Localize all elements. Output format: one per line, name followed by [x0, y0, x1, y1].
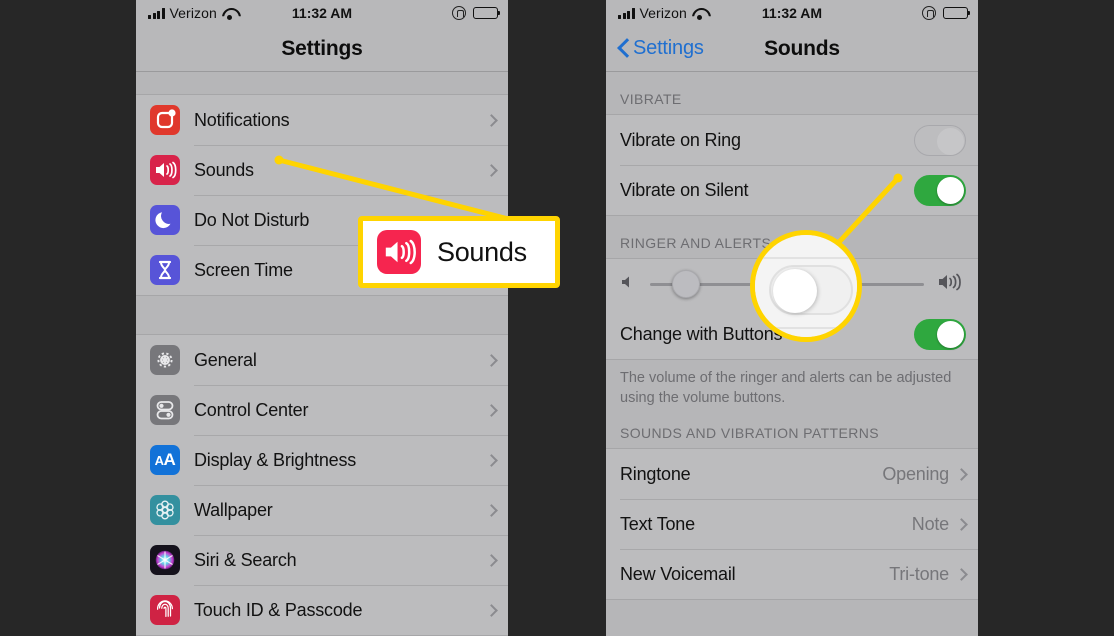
volume-slider-knob[interactable]	[672, 270, 700, 298]
page-title: Settings	[281, 36, 363, 60]
chevron-right-icon	[955, 467, 968, 481]
row-label: New Voicemail	[620, 563, 736, 584]
magnified-toggle-off	[769, 265, 853, 315]
row-ringtone[interactable]: Ringtone Opening	[606, 449, 978, 500]
battery-icon	[473, 7, 501, 19]
gear-icon	[150, 345, 180, 375]
back-button-label: Settings	[633, 37, 704, 59]
row-label: Text Tone	[620, 513, 695, 534]
chevron-left-icon	[618, 39, 629, 58]
toggles-icon	[150, 395, 180, 425]
chevron-right-icon	[485, 603, 498, 617]
magnified-toggle-knob	[773, 269, 817, 313]
siri-icon	[150, 545, 180, 575]
row-value: Note	[911, 513, 949, 534]
list-gap-top	[136, 72, 508, 94]
settings-scroll-area[interactable]: Notifications Sounds Do Not Disturb Scre…	[136, 72, 508, 636]
callout-sounds: Sounds	[358, 216, 560, 288]
row-text-tone[interactable]: Text Tone Note	[606, 499, 978, 550]
flower-icon	[150, 495, 180, 525]
chevron-right-icon	[955, 517, 968, 531]
sidebar-item-label: Siri & Search	[194, 549, 297, 570]
row-label: Vibrate on Silent	[620, 179, 749, 200]
row-value: Tri-tone	[889, 563, 949, 584]
screenshot-stage: Verizon 11:32 AM Settings Notifications	[0, 0, 1114, 636]
magnifier-divider-top	[755, 257, 857, 259]
fingerprint-icon	[150, 595, 180, 625]
chevron-right-icon	[485, 503, 498, 517]
sidebar-item-label: Control Center	[194, 399, 309, 420]
row-new-voicemail[interactable]: New Voicemail Tri-tone	[606, 549, 978, 600]
sidebar-item-general[interactable]: General	[136, 335, 508, 385]
sidebar-item-label: Notifications	[194, 109, 290, 130]
chevron-right-icon	[485, 403, 498, 417]
chevron-right-icon	[485, 353, 498, 367]
toggle-knob	[937, 127, 964, 155]
section-header-vibrate: VIBRATE	[620, 91, 682, 107]
sidebar-item-label: Sounds	[194, 159, 254, 180]
sounds-patterns-section: Ringtone Opening Text Tone Note New Voic…	[606, 448, 978, 601]
chevron-right-icon	[485, 113, 498, 127]
callout-label: Sounds	[437, 236, 527, 267]
status-bar-right	[452, 6, 501, 20]
sidebar-item-touch-id-passcode[interactable]: Touch ID & Passcode	[136, 585, 508, 635]
battery-icon	[943, 7, 971, 19]
navigation-bar: Settings	[136, 26, 508, 72]
toggle-knob	[937, 176, 964, 204]
sidebar-item-label: General	[194, 349, 257, 370]
sounds-speaker-icon	[150, 155, 180, 185]
speaker-low-icon	[620, 274, 636, 295]
settings-group-2: General Control Center AA Display & Brig…	[136, 334, 508, 636]
sounds-scroll-area[interactable]: VIBRATE Vibrate on Ring Vibrate on Silen…	[606, 72, 978, 636]
text-size-icon: AA	[150, 445, 180, 475]
row-vibrate-on-silent[interactable]: Vibrate on Silent	[606, 165, 978, 215]
sidebar-item-display-brightness[interactable]: AA Display & Brightness	[136, 435, 508, 485]
rotation-lock-icon	[452, 6, 466, 20]
aa-glyph: AA	[154, 450, 176, 469]
sidebar-item-wallpaper[interactable]: Wallpaper	[136, 485, 508, 535]
chevron-right-icon	[485, 163, 498, 177]
sounds-patterns-header-area: SOUNDS AND VIBRATION PATTERNS	[606, 408, 978, 449]
sounds-speaker-icon	[377, 230, 421, 274]
vibrate-on-ring-toggle[interactable]	[914, 124, 966, 156]
rotation-lock-icon	[922, 6, 936, 20]
change-with-buttons-toggle[interactable]	[914, 318, 966, 350]
vibrate-on-silent-toggle[interactable]	[914, 174, 966, 206]
toggle-knob	[937, 320, 964, 348]
status-bar: Verizon 11:32 AM	[136, 0, 508, 26]
sidebar-item-siri-search[interactable]: Siri & Search	[136, 535, 508, 585]
status-bar: Verizon 11:32 AM	[606, 0, 978, 26]
sidebar-item-control-center[interactable]: Control Center	[136, 385, 508, 435]
ringer-section-footer: The volume of the ringer and alerts can …	[620, 370, 952, 406]
back-button[interactable]: Settings	[618, 37, 704, 60]
moon-icon	[150, 205, 180, 235]
vibrate-section-header-area: VIBRATE	[606, 72, 978, 114]
chevron-right-icon	[955, 567, 968, 581]
sidebar-item-sounds[interactable]: Sounds	[136, 145, 508, 195]
hourglass-icon	[150, 255, 180, 285]
magnifier-divider-bottom	[755, 327, 857, 329]
sidebar-item-label: Display & Brightness	[194, 449, 357, 470]
list-gap-middle	[136, 296, 508, 334]
row-label: Vibrate on Ring	[620, 129, 741, 150]
notifications-icon	[150, 105, 180, 135]
row-label: Ringtone	[620, 463, 691, 484]
vibrate-section: Vibrate on Ring Vibrate on Silent	[606, 114, 978, 216]
sidebar-item-notifications[interactable]: Notifications	[136, 95, 508, 145]
row-vibrate-on-ring[interactable]: Vibrate on Ring	[606, 115, 978, 165]
chevron-right-icon	[485, 553, 498, 567]
section-header-sounds-and-vibration-patterns: SOUNDS AND VIBRATION PATTERNS	[620, 425, 879, 442]
magnifier-vibrate-on-ring-toggle	[750, 230, 862, 342]
page-title: Sounds	[764, 36, 840, 60]
speaker-high-icon	[938, 272, 964, 297]
row-value: Opening	[882, 463, 949, 484]
navigation-bar: Settings Sounds	[606, 26, 978, 72]
sidebar-item-label: Wallpaper	[194, 499, 273, 520]
sidebar-item-label: Touch ID & Passcode	[194, 599, 363, 620]
phone-screen-settings: Verizon 11:32 AM Settings Notifications	[136, 0, 508, 636]
status-bar-right	[922, 6, 971, 20]
chevron-right-icon	[485, 453, 498, 467]
